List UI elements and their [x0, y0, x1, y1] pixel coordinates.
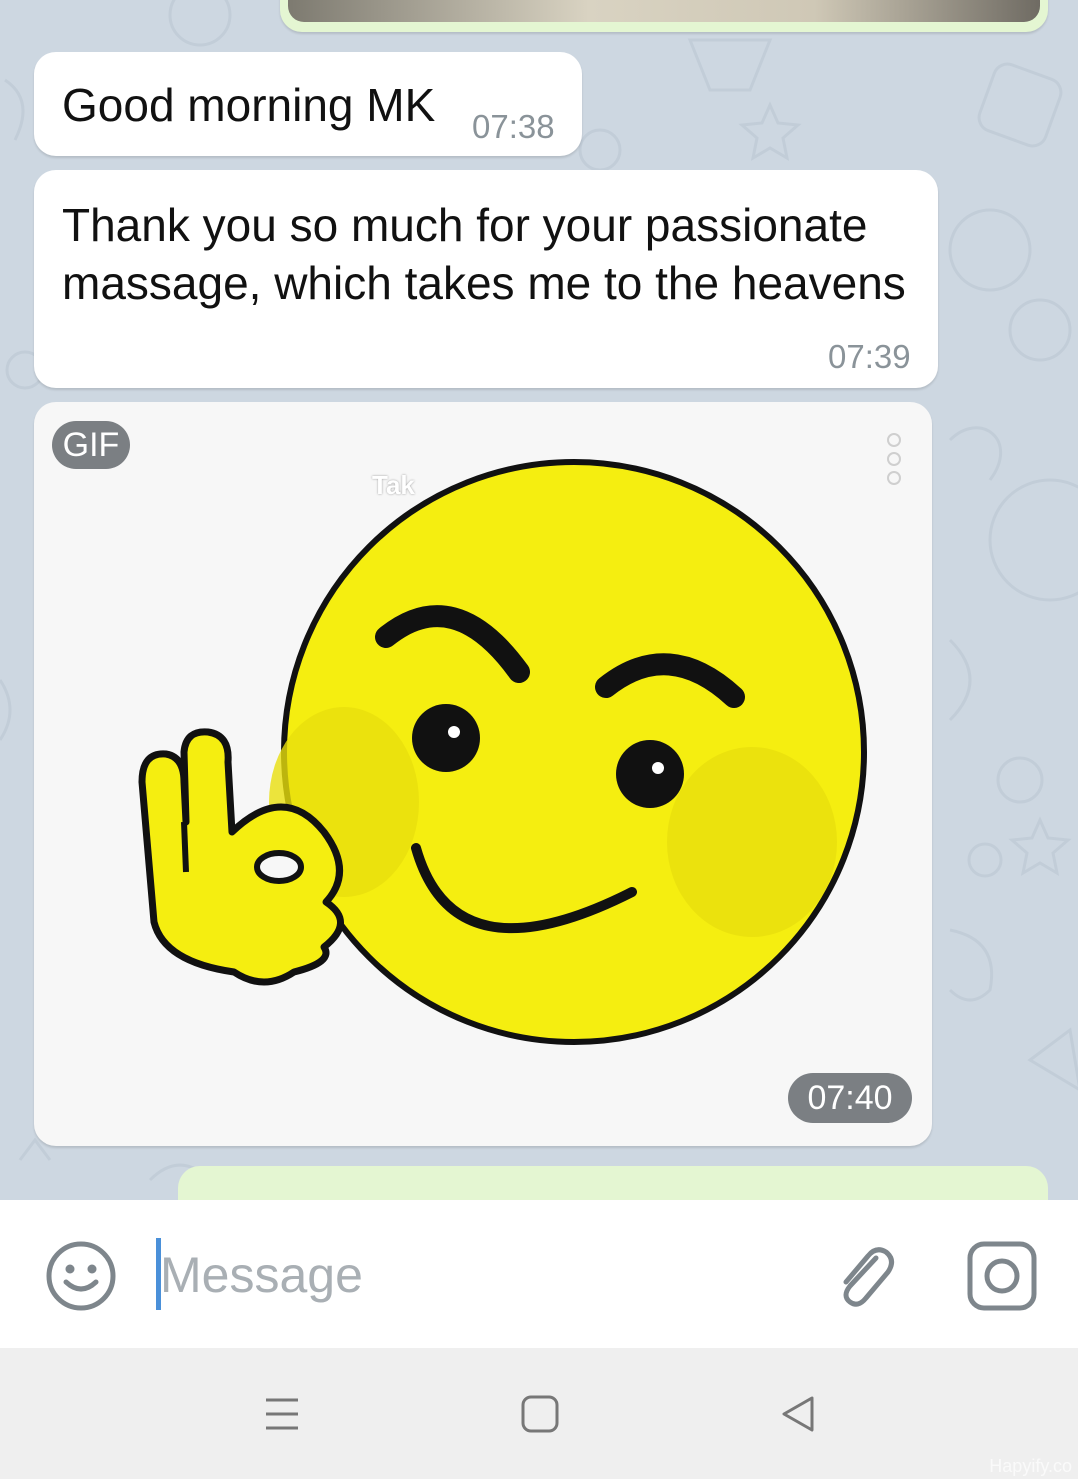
recent-apps-icon[interactable]	[262, 1394, 302, 1434]
camera-icon[interactable]	[966, 1240, 1038, 1312]
message-composer: Message	[0, 1200, 1078, 1348]
outgoing-media-bubble-top[interactable]	[280, 0, 1048, 32]
back-icon[interactable]	[778, 1394, 818, 1434]
gif-badge: GIF	[52, 421, 130, 469]
outgoing-message-bubble-bottom[interactable]	[178, 1166, 1048, 1200]
message-text: Good morning MK	[62, 79, 436, 131]
watermark: Hapyify.co	[989, 1456, 1072, 1476]
gif-wink-ok-emoji	[138, 459, 867, 1045]
gif-overlay-text: Tak	[372, 470, 415, 500]
message-text: Thank you so much for your passionate ma…	[62, 199, 906, 309]
outgoing-media-preview	[288, 0, 1040, 22]
chat-background: Good morning MK 07:38 Thank you so much …	[0, 0, 1078, 1200]
gif-time: 07:40	[788, 1073, 912, 1123]
message-time: 07:39	[828, 338, 911, 375]
message-time: 07:38	[472, 108, 555, 145]
gif-message-bubble[interactable]: Tak	[34, 402, 932, 1146]
more-options-icon[interactable]	[884, 432, 904, 486]
message-input[interactable]: Message	[160, 1242, 363, 1308]
system-navigation-bar: Hapyify.co	[0, 1348, 1078, 1479]
home-icon[interactable]	[520, 1394, 560, 1434]
message-bubble-1[interactable]: Good morning MK 07:38	[34, 52, 582, 156]
smile-icon[interactable]	[45, 1240, 117, 1312]
paperclip-icon[interactable]	[828, 1240, 900, 1312]
message-bubble-2[interactable]: Thank you so much for your passionate ma…	[34, 170, 938, 388]
